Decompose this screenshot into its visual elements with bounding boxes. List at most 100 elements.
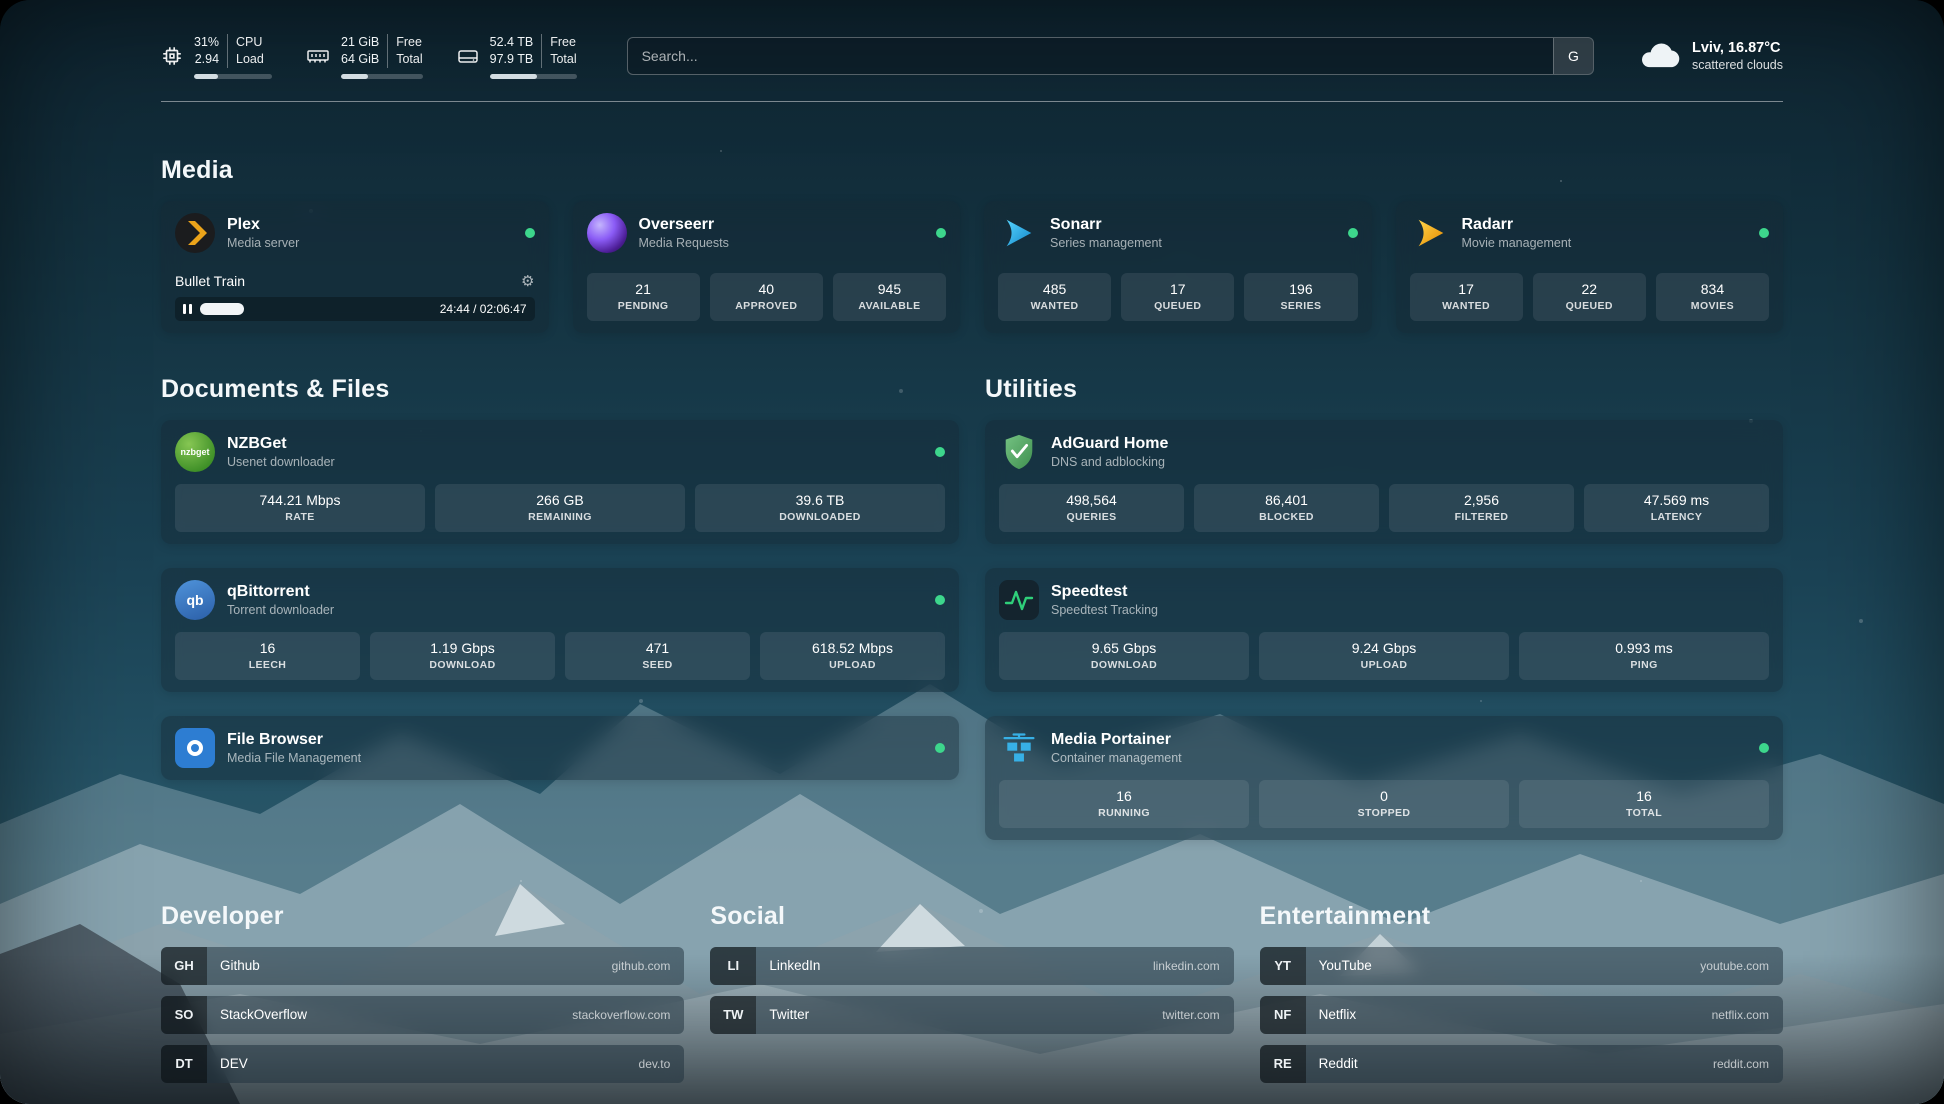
bookmark-github[interactable]: GH Github github.com	[161, 947, 684, 985]
stat-value: 2,956	[1464, 492, 1499, 508]
card-subtitle: Container management	[1051, 751, 1182, 765]
bookmark-domain: reddit.com	[1713, 1057, 1783, 1071]
bookmark-domain: youtube.com	[1700, 959, 1783, 973]
stat-value: 16	[260, 640, 276, 656]
section-media: Media Plex Media server	[161, 156, 1783, 333]
playback-bar[interactable]: 24:44 / 02:06:47	[175, 297, 535, 321]
stat-series: 196 SERIES	[1244, 273, 1357, 321]
filebrowser-icon	[175, 728, 215, 768]
stat-label: DOWNLOAD	[429, 659, 495, 671]
bookmark-domain: netflix.com	[1712, 1008, 1783, 1022]
section-title-documents: Documents & Files	[161, 375, 959, 404]
cpu-icon	[161, 45, 183, 67]
stat-available: 945 AVAILABLE	[833, 273, 946, 321]
bookmark-dev[interactable]: DT DEV dev.to	[161, 1045, 684, 1083]
stat-value: 86,401	[1265, 492, 1308, 508]
card-title: Plex	[227, 216, 299, 234]
stat-queued: 22 QUEUED	[1533, 273, 1646, 321]
stat-value: 40	[758, 281, 774, 297]
card-subtitle: Series management	[1050, 236, 1162, 250]
section-title-utilities: Utilities	[985, 375, 1783, 404]
bookmark-reddit[interactable]: RE Reddit reddit.com	[1260, 1045, 1783, 1083]
bookmark-linkedin[interactable]: LI LinkedIn linkedin.com	[710, 947, 1233, 985]
card-radarr[interactable]: Radarr Movie management 17 WANTED 22 QUE…	[1396, 201, 1784, 333]
bookmark-name: Github	[207, 958, 260, 973]
stat-label: SEED	[642, 659, 672, 671]
stat-value: 485	[1043, 281, 1066, 297]
stat-label: RATE	[285, 511, 314, 523]
cpu-widget: 31% 2.94 CPU Load	[161, 34, 272, 79]
memory-icon	[306, 45, 330, 67]
bookmark-netflix[interactable]: NF Netflix netflix.com	[1260, 996, 1783, 1034]
bookmarks-developer: Developer GH Github github.com SO StackO…	[161, 902, 684, 1094]
card-nzbget[interactable]: nzbget NZBGet Usenet downloader 744.21 M…	[161, 420, 959, 544]
header-divider	[161, 101, 1783, 102]
sonarr-icon	[998, 213, 1038, 253]
card-filebrowser[interactable]: File Browser Media File Management	[161, 716, 959, 780]
stat-label: QUEUED	[1566, 300, 1613, 312]
bookmark-name: Reddit	[1306, 1056, 1358, 1071]
card-plex[interactable]: Plex Media server Bullet Train ⚙	[161, 201, 549, 333]
bookmark-youtube[interactable]: YT YouTube youtube.com	[1260, 947, 1783, 985]
card-qbittorrent[interactable]: qb qBittorrent Torrent downloader 16 LEE…	[161, 568, 959, 692]
stat-value: 945	[878, 281, 901, 297]
status-online-dot	[1759, 743, 1769, 753]
bookmark-abbr: TW	[710, 996, 756, 1034]
stat-value: 21	[635, 281, 651, 297]
bookmarks-social: Social LI LinkedIn linkedin.com TW Twitt…	[710, 902, 1233, 1094]
cpu-label: CPU	[236, 34, 264, 51]
overseerr-icon	[587, 213, 627, 253]
memory-total-label: Total	[396, 51, 422, 68]
card-speedtest[interactable]: Speedtest Speedtest Tracking 9.65 Gbps D…	[985, 568, 1783, 692]
card-sonarr[interactable]: Sonarr Series management 485 WANTED 17 Q…	[984, 201, 1372, 333]
stat-label: UPLOAD	[1361, 659, 1408, 671]
stat-movies: 834 MOVIES	[1656, 273, 1769, 321]
stat-value: 17	[1458, 281, 1474, 297]
card-title: AdGuard Home	[1051, 435, 1168, 453]
search-input[interactable]	[628, 38, 1553, 74]
card-title: Media Portainer	[1051, 731, 1182, 749]
stat-filtered: 2,956 FILTERED	[1389, 484, 1574, 532]
card-title: Radarr	[1462, 216, 1572, 234]
bookmark-domain: twitter.com	[1162, 1008, 1233, 1022]
search-provider-button[interactable]: G	[1553, 38, 1593, 74]
disk-free-value: 52.4 TB	[490, 34, 534, 51]
settings-icon[interactable]: ⚙	[521, 272, 534, 290]
playback-time: 24:44 / 02:06:47	[440, 302, 527, 316]
bookmark-name: Netflix	[1306, 1007, 1357, 1022]
stat-stopped: 0 STOPPED	[1259, 780, 1509, 828]
stat-label: DOWNLOAD	[1091, 659, 1157, 671]
stat-value: 16	[1116, 788, 1132, 804]
card-overseerr[interactable]: Overseerr Media Requests 21 PENDING 40 A…	[573, 201, 961, 333]
stat-value: 39.6 TB	[796, 492, 845, 508]
bookmark-twitter[interactable]: TW Twitter twitter.com	[710, 996, 1233, 1034]
bookmark-domain: linkedin.com	[1153, 959, 1234, 973]
card-subtitle: Torrent downloader	[227, 603, 334, 617]
weather-widget[interactable]: Lviv, 16.87°C scattered clouds	[1638, 40, 1783, 73]
section-title-developer: Developer	[161, 902, 684, 931]
bookmark-stackoverflow[interactable]: SO StackOverflow stackoverflow.com	[161, 996, 684, 1034]
card-subtitle: DNS and adblocking	[1051, 455, 1168, 469]
stat-ping: 0.993 ms PING	[1519, 632, 1769, 680]
memory-widget: 21 GiB 64 GiB Free Total	[306, 34, 423, 79]
bookmark-name: YouTube	[1306, 958, 1372, 973]
bookmark-name: Twitter	[756, 1007, 809, 1022]
bookmark-abbr: RE	[1260, 1045, 1306, 1083]
stat-label: APPROVED	[735, 300, 797, 312]
stat-value: 47.569 ms	[1644, 492, 1709, 508]
card-subtitle: Media server	[227, 236, 299, 250]
bookmark-domain: dev.to	[639, 1057, 685, 1071]
disk-progress-bar	[490, 74, 577, 79]
stat-blocked: 86,401 BLOCKED	[1194, 484, 1379, 532]
card-portainer[interactable]: Media Portainer Container management 16 …	[985, 716, 1783, 840]
stat-value: 0	[1380, 788, 1388, 804]
pause-icon[interactable]	[183, 304, 192, 314]
stat-download: 9.65 Gbps DOWNLOAD	[999, 632, 1249, 680]
search-bar[interactable]: G	[627, 37, 1594, 75]
stat-label: SERIES	[1280, 300, 1321, 312]
card-title: Speedtest	[1051, 583, 1158, 601]
snow-particles	[0, 0, 2, 2]
playback-track[interactable]	[200, 303, 432, 315]
card-adguard[interactable]: AdGuard Home DNS and adblocking 498,564 …	[985, 420, 1783, 544]
status-online-dot	[935, 743, 945, 753]
